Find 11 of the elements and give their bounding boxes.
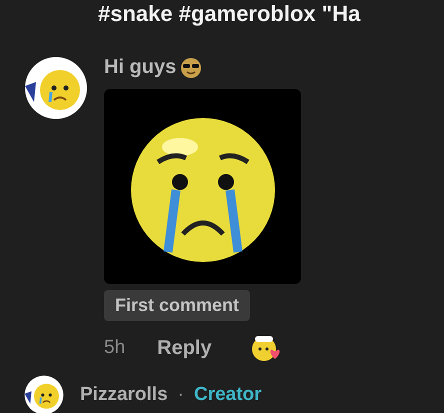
comment-tag: First comment <box>104 290 250 321</box>
avatar[interactable] <box>24 375 64 413</box>
comment-time: 5h <box>104 337 126 359</box>
comment-author[interactable]: Pizzarolls <box>80 384 168 406</box>
sunglasses-face-icon <box>180 56 202 78</box>
video-caption: #snake #gameroblox "Ha <box>97 0 362 26</box>
avatar[interactable] <box>24 56 88 120</box>
comment-text: Hi guys <box>104 56 176 79</box>
reply-button[interactable]: Reply <box>157 336 212 360</box>
creator-label: Creator <box>194 384 262 406</box>
separator-dot: · <box>178 384 184 406</box>
